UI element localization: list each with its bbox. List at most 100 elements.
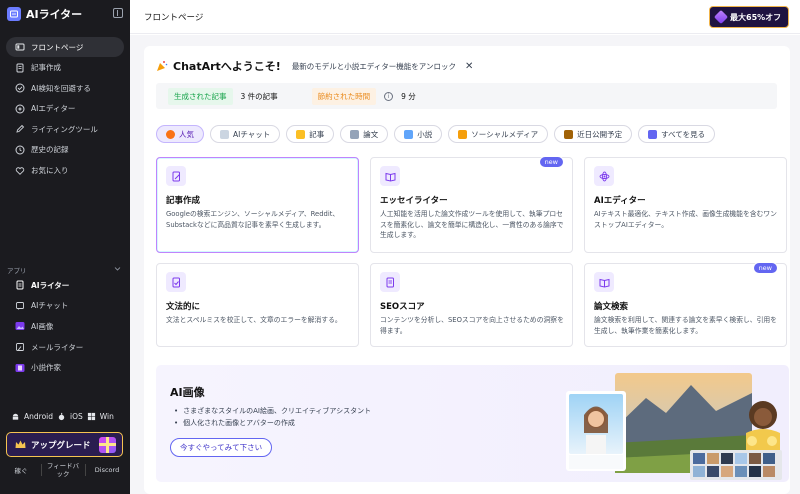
home-panel: ChatArtへようこそ! 最新のモデルと小説エディター機能をアンロック ✕ 生… — [144, 46, 790, 494]
nav-item-writing-tools[interactable]: ライティングツール — [6, 119, 124, 139]
new-badge: new — [752, 262, 778, 274]
top-header: フロントページ 最大65%オフ — [130, 0, 800, 34]
nav-item-home[interactable]: フロントページ — [6, 37, 124, 57]
chip-coming-soon[interactable]: 近日公開予定 — [554, 125, 633, 143]
image-icon — [15, 322, 25, 331]
page-title: フロントページ — [144, 13, 204, 23]
collapse-sidebar-icon[interactable] — [113, 8, 123, 18]
divider — [84, 464, 86, 477]
book-open-icon — [594, 272, 614, 292]
try-now-button[interactable]: 今すぐやってみて下さい — [170, 438, 273, 457]
articles-value: 3 件の記事 — [240, 91, 278, 101]
card-description: コンテンツを分析し、SEOスコアを向上させるための洞察を得ます。 — [380, 316, 564, 335]
app-label: 小説作家 — [31, 363, 61, 373]
app-logo-icon — [7, 7, 21, 21]
nav-item-history[interactable]: 歴史の記録 — [6, 140, 124, 160]
chip-popular[interactable]: 人気 — [156, 125, 204, 143]
chip-label: 小説 — [417, 129, 433, 139]
nav-item-favorites[interactable]: お気に入り — [6, 161, 124, 181]
category-chips: 人気 AIチャット 記事 論文 小説 ソーシャルメディア 近日公開予定 すべてを… — [156, 125, 716, 143]
chip-see-all[interactable]: すべてを見る — [638, 125, 716, 143]
new-badge: new — [538, 156, 564, 168]
card-article[interactable]: 記事作成 Googleの検索エンジン、ソーシャルメディア、Reddit、Subs… — [156, 157, 359, 253]
feedback-link[interactable]: フィードバック — [46, 462, 80, 479]
chip-paper[interactable]: 論文 — [340, 125, 389, 143]
nav-item-article[interactable]: 記事作成 — [6, 58, 124, 78]
book-open-icon — [380, 166, 400, 186]
document-icon — [16, 63, 24, 73]
app-item-mail-writer[interactable]: メールライター — [6, 337, 124, 358]
card-paper-search[interactable]: new 論文検索 論文検索を利用して、関連する論文を素早く検索し、引用を生成し、… — [584, 262, 787, 347]
chip-social[interactable]: ソーシャルメディア — [448, 125, 549, 143]
app-name: AIライター — [26, 8, 83, 21]
android-label[interactable]: Android — [24, 412, 53, 421]
nav-label: フロントページ — [31, 42, 84, 52]
card-description: 文法とスペルミスを校正して、文章のエラーを解消する。 — [166, 316, 342, 324]
doc-check-icon — [166, 272, 186, 292]
card-title: SEOスコア — [380, 302, 425, 312]
grid-icon — [648, 129, 658, 139]
nav-item-ai-detect[interactable]: AI検知を回避する — [6, 78, 124, 98]
nav-label: 歴史の記録 — [31, 145, 69, 155]
chat-icon — [220, 129, 229, 139]
android-icon[interactable] — [11, 412, 20, 421]
earn-link[interactable]: 稼ぐ — [6, 465, 36, 475]
card-description: 論文検索を利用して、関連する論文を素早く検索し、引用を生成し、執筆作業を簡素化し… — [594, 316, 777, 335]
apple-icon[interactable] — [57, 412, 66, 421]
upgrade-button[interactable]: アップグレード — [6, 432, 123, 457]
crown-icon — [15, 440, 26, 448]
nav-label: AIエディター — [31, 104, 76, 114]
card-ai-editor[interactable]: AIエディター AIテキスト最適化、テキスト作成、画像生成機能を含むワンストップ… — [584, 157, 787, 253]
card-seo-score[interactable]: SEOスコア コンテンツを分析し、SEOスコアを向上させるための洞察を得ます。 — [370, 263, 573, 347]
brand[interactable]: AIライター — [7, 6, 82, 22]
close-icon[interactable]: ✕ — [465, 61, 473, 72]
hourglass-icon — [564, 129, 574, 139]
app-label: メールライター — [31, 342, 84, 352]
app-item-novel-writer[interactable]: 小説作家 — [6, 357, 124, 378]
nav-label: AI検知を回避する — [31, 83, 91, 93]
chip-novel[interactable]: 小説 — [394, 125, 443, 143]
info-icon[interactable]: i — [384, 91, 394, 101]
banner-bullet: 個人化された画像とアバターの作成 — [174, 418, 371, 430]
chevron-down-icon[interactable] — [114, 265, 121, 272]
windows-icon[interactable] — [87, 412, 96, 421]
chip-label: すべてを見る — [661, 129, 706, 139]
welcome-subtitle: 最新のモデルと小説エディター機能をアンロック — [291, 61, 456, 71]
book-icon — [15, 363, 25, 372]
stats-bar: 生成された記事 3 件の記事 節約された時間 i 9 分 — [156, 83, 777, 109]
card-description: AIテキスト最適化、テキスト作成、画像生成機能を含むワンストップAIエディター。 — [594, 210, 777, 229]
app-item-ai-chat[interactable]: AIチャット — [6, 296, 124, 317]
main-nav: フロントページ 記事作成 AI検知を回避する AIエディター ライティングツール… — [6, 37, 124, 181]
articles-label: 生成された記事 — [168, 87, 233, 105]
paper-icon — [350, 129, 360, 139]
banner-title: AI画像 — [170, 386, 205, 399]
chip-article[interactable]: 記事 — [286, 125, 335, 143]
nav-item-ai-editor[interactable]: AIエディター — [6, 99, 124, 119]
shield-check-icon — [15, 83, 25, 93]
mail-icon — [16, 343, 24, 352]
writer-icon — [16, 280, 24, 290]
app-label: AIチャット — [31, 301, 69, 311]
card-grammar[interactable]: 文法的に 文法とスペルミスを校正して、文章のエラーを解消する。 — [156, 263, 359, 347]
app-item-ai-image[interactable]: AI画像 — [6, 316, 124, 337]
card-title: エッセイライター — [380, 196, 448, 206]
ios-label[interactable]: iOS — [70, 412, 83, 421]
card-essay-writer[interactable]: new エッセイライター 人工知能を活用した論文作成ツールを使用して、執筆プロセ… — [370, 156, 573, 253]
chip-ai-chat[interactable]: AIチャット — [210, 125, 281, 143]
card-title: AIエディター — [594, 196, 646, 206]
welcome-title: ChatArtへようこそ! — [173, 60, 281, 73]
win-label[interactable]: Win — [100, 412, 114, 421]
promo-button[interactable]: 最大65%オフ — [709, 6, 789, 28]
apps-section-label: アプリ — [7, 267, 27, 275]
chip-label: 記事 — [309, 129, 325, 139]
app-label: AI画像 — [31, 321, 54, 331]
memo-icon — [296, 129, 306, 139]
book-icon — [404, 129, 414, 139]
app-item-ai-writer[interactable]: AIライター — [6, 275, 124, 296]
divider — [40, 464, 42, 477]
card-title: 論文検索 — [594, 302, 629, 312]
chip-label: 人気 — [179, 129, 194, 139]
time-saved-value: 9 分 — [401, 91, 416, 101]
discord-link[interactable]: Discord — [90, 466, 124, 474]
platform-links: Android iOS Win — [11, 412, 114, 421]
